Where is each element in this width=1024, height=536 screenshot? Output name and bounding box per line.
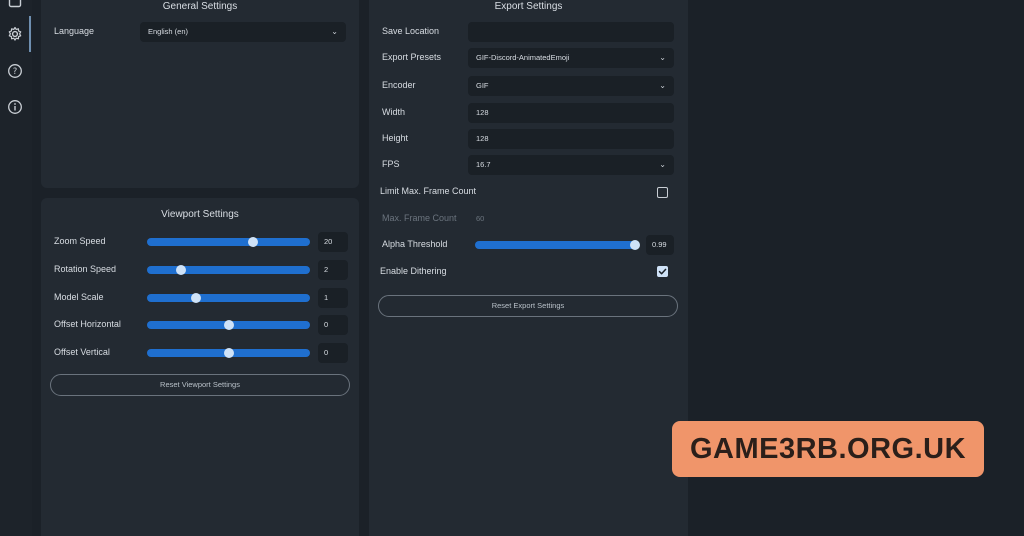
- watermark-banner: GAME3RB.ORG.UK: [672, 421, 984, 477]
- fps-label: FPS: [382, 159, 400, 169]
- enable-dithering-checkbox[interactable]: [657, 266, 668, 277]
- info-icon[interactable]: [6, 98, 24, 116]
- svg-text:?: ?: [13, 67, 18, 77]
- alpha-threshold-value[interactable]: 0.99: [646, 235, 674, 255]
- encoder-label: Encoder: [382, 80, 416, 90]
- alpha-threshold-slider[interactable]: [475, 240, 641, 250]
- export-settings-panel: Export Settings Save Location Export Pre…: [369, 0, 688, 536]
- encoder-select[interactable]: GIF ⌄: [468, 76, 674, 96]
- general-settings-title: General Settings: [162, 1, 238, 12]
- viewport-row-value[interactable]: 0: [318, 343, 348, 363]
- export-presets-value: GIF-Discord-AnimatedEmoji: [476, 53, 570, 62]
- help-icon[interactable]: ?: [6, 62, 24, 80]
- viewport-row-slider[interactable]: [147, 237, 310, 247]
- viewport-row-slider[interactable]: [147, 348, 310, 358]
- language-value: English (en): [148, 27, 189, 36]
- slider-thumb[interactable]: [247, 237, 258, 247]
- viewport-settings-title: Viewport Settings: [161, 209, 239, 220]
- chevron-down-icon: ⌄: [659, 160, 666, 169]
- viewport-row-label: Offset Vertical: [54, 347, 110, 357]
- language-label: Language: [54, 26, 95, 36]
- viewport-row-value[interactable]: 20: [318, 232, 348, 252]
- alpha-threshold-label: Alpha Threshold: [382, 239, 448, 249]
- viewport-settings-panel: Viewport Settings Zoom Speed 20 Rotation S…: [41, 198, 359, 536]
- limit-frame-count-label: Limit Max. Frame Count: [380, 186, 477, 196]
- viewport-row-slider[interactable]: [147, 293, 310, 303]
- export-settings-title: Export Settings: [494, 1, 563, 12]
- language-select[interactable]: English (en) ⌄: [140, 22, 346, 42]
- viewport-row-label: Model Scale: [54, 292, 104, 302]
- export-presets-select[interactable]: GIF-Discord-AnimatedEmoji ⌄: [468, 48, 674, 68]
- viewport-row-label: Zoom Speed: [54, 236, 106, 246]
- slider-thumb[interactable]: [223, 348, 234, 358]
- viewport-row-slider[interactable]: [147, 265, 310, 275]
- slider-thumb[interactable]: [176, 265, 187, 275]
- save-location-field[interactable]: [468, 22, 674, 42]
- export-presets-label: Export Presets: [382, 52, 442, 62]
- reset-viewport-button[interactable]: Reset Viewport Settings: [50, 374, 350, 396]
- max-frame-count-label: Max. Frame Count: [382, 213, 457, 223]
- chevron-down-icon: ⌄: [331, 27, 338, 36]
- slider-thumb[interactable]: [190, 293, 201, 303]
- viewport-row-value[interactable]: 2: [318, 260, 348, 280]
- limit-frame-count-checkbox[interactable]: [657, 187, 668, 198]
- viewport-row-slider[interactable]: [147, 320, 310, 330]
- icon-rail: ?: [0, 0, 32, 536]
- max-frame-count-field[interactable]: 60: [468, 209, 528, 229]
- fps-select[interactable]: 16.7 ⌄: [468, 155, 674, 175]
- width-field[interactable]: 128: [468, 103, 674, 123]
- enable-dithering-label: Enable Dithering: [380, 266, 447, 276]
- slider-thumb[interactable]: [630, 240, 641, 250]
- gear-icon[interactable]: [6, 25, 24, 43]
- chevron-down-icon: ⌄: [659, 81, 666, 90]
- viewport-row-label: Rotation Speed: [54, 264, 117, 274]
- height-field[interactable]: 128: [468, 129, 674, 149]
- encoder-value: GIF: [476, 81, 489, 90]
- save-location-label: Save Location: [382, 26, 440, 36]
- fps-value: 16.7: [476, 160, 491, 169]
- height-label: Height: [382, 133, 409, 143]
- slider-thumb[interactable]: [223, 320, 234, 330]
- chevron-down-icon: ⌄: [659, 53, 666, 62]
- reset-export-button[interactable]: Reset Export Settings: [378, 295, 678, 317]
- active-tab-indicator: [29, 16, 31, 52]
- folder-icon[interactable]: [6, 0, 24, 10]
- viewport-row-label: Offset Horizontal: [54, 319, 121, 329]
- checkmark-icon: [658, 268, 667, 275]
- viewport-row-value[interactable]: 1: [318, 288, 348, 308]
- general-settings-panel: General Settings Language English (en) ⌄: [41, 0, 359, 188]
- width-label: Width: [382, 107, 406, 117]
- viewport-row-value[interactable]: 0: [318, 315, 348, 335]
